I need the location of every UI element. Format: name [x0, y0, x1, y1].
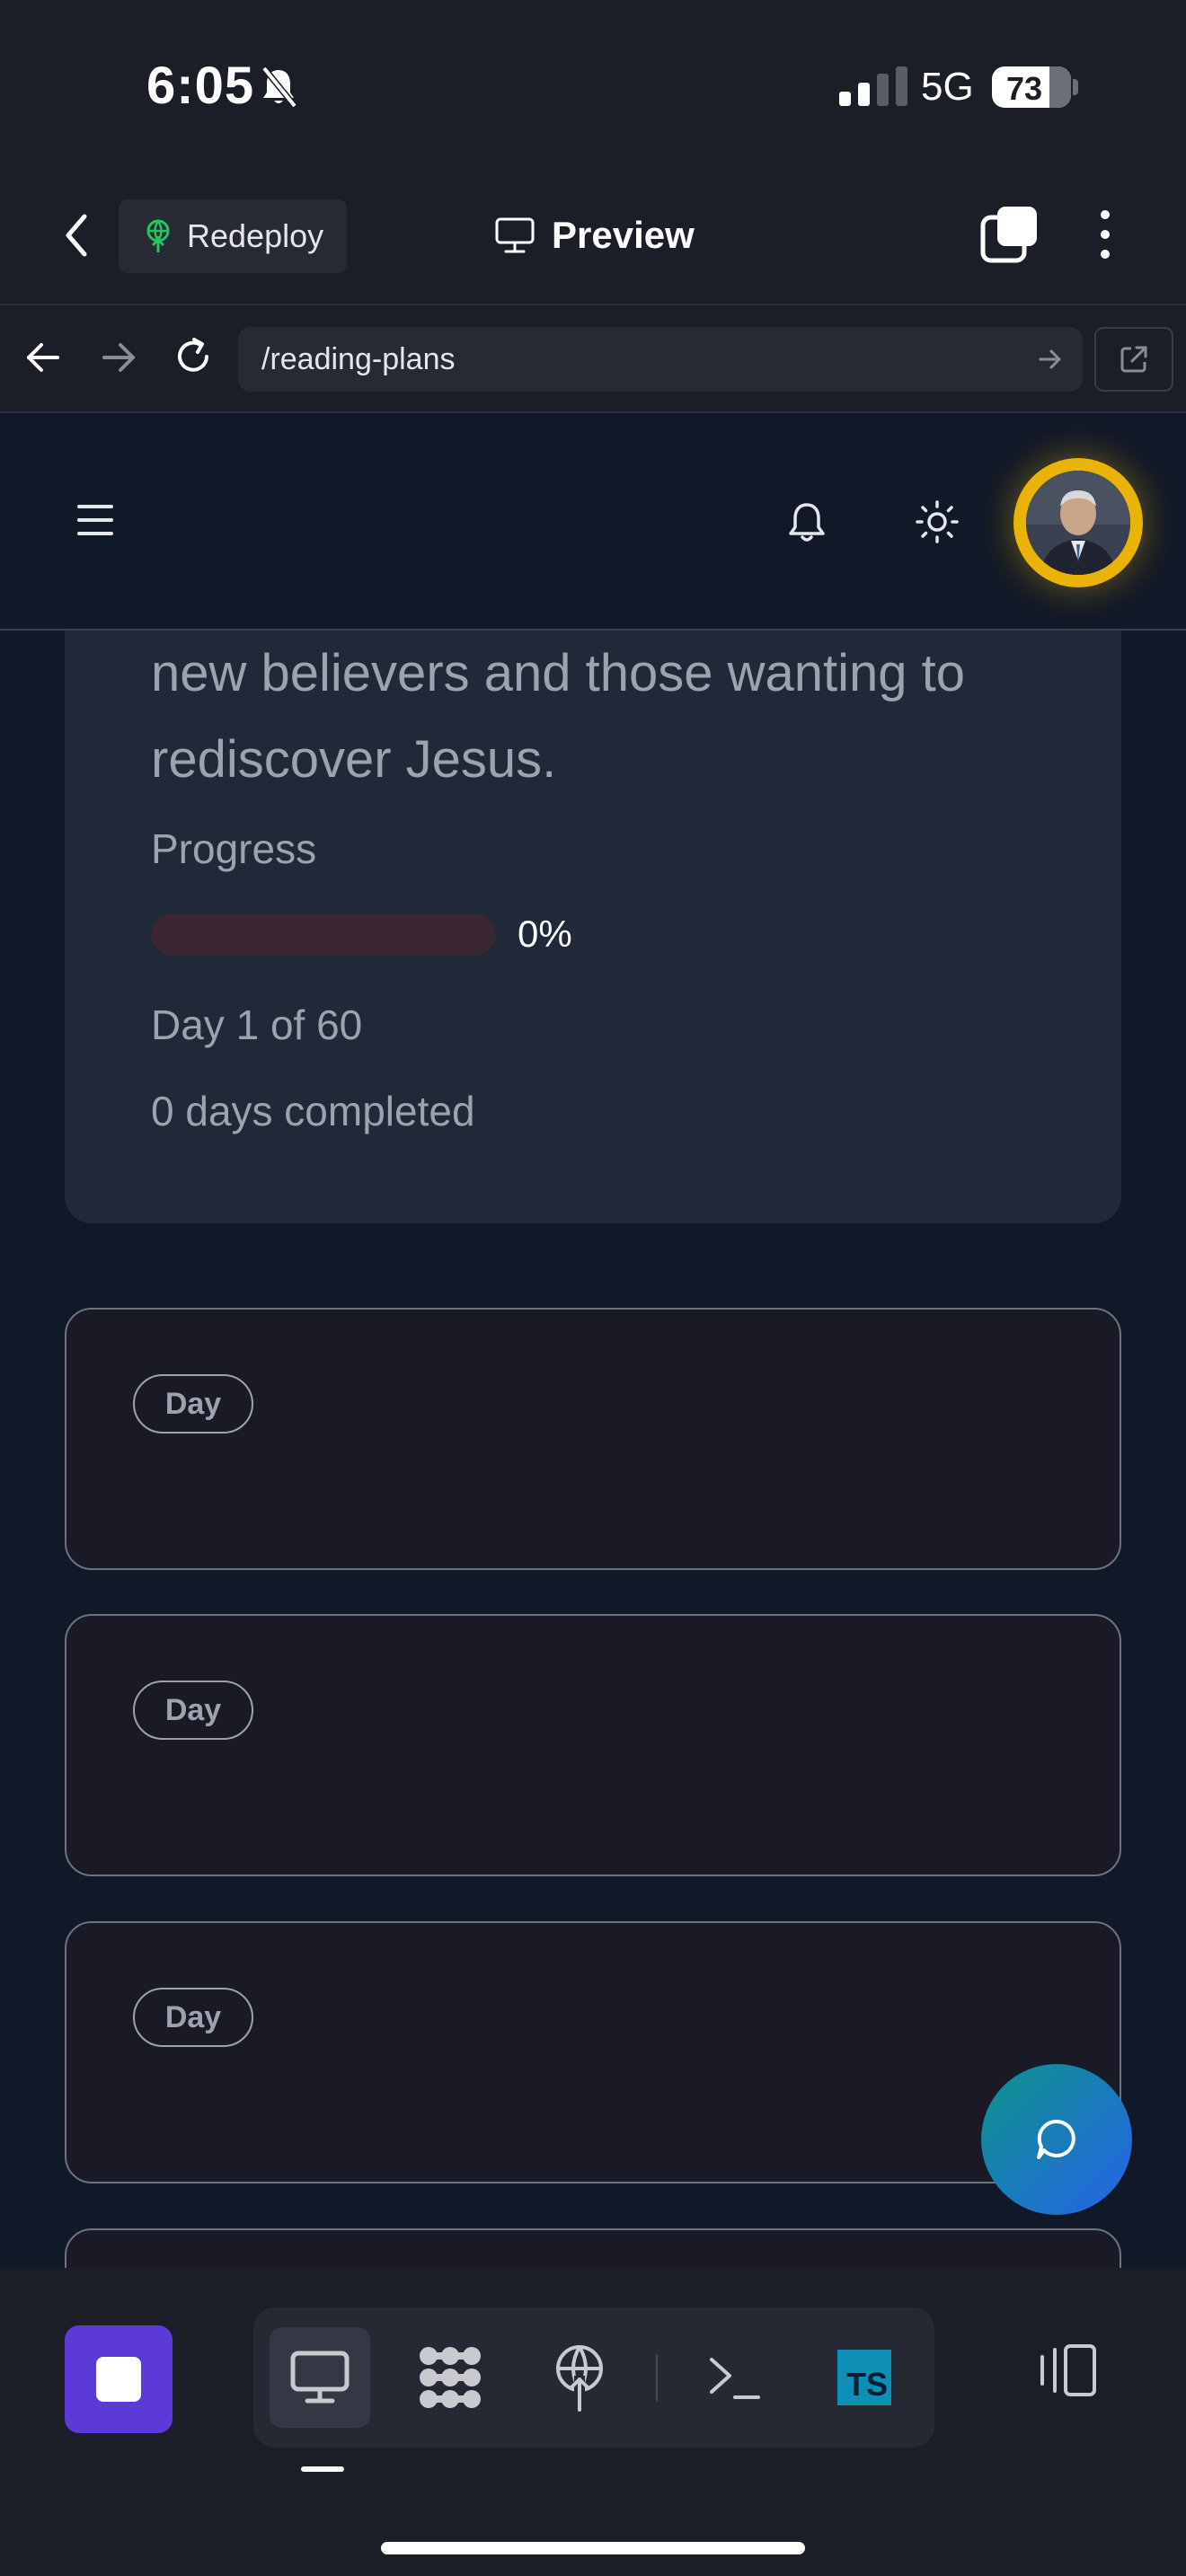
typescript-tool-button[interactable]: TS [814, 2327, 915, 2428]
bell-icon[interactable] [785, 499, 828, 551]
active-tool-indicator [301, 2466, 344, 2472]
bottom-toolbar: TS [0, 2268, 1186, 2576]
reload-icon[interactable] [171, 334, 216, 384]
preview-tool-button[interactable] [270, 2327, 370, 2428]
day-card-partial[interactable] [65, 2228, 1121, 2268]
status-time: 6:05 [146, 57, 255, 115]
preview-label: Preview [552, 214, 695, 256]
days-completed: 0 days completed [151, 1088, 475, 1134]
bell-off-icon [259, 65, 298, 114]
tabs-icon [980, 207, 1037, 263]
open-external-button[interactable] [1094, 327, 1173, 392]
battery-indicator: 73 [992, 66, 1071, 108]
preview-title: Preview [494, 207, 695, 264]
split-view-button[interactable] [1031, 2334, 1103, 2406]
progress-percent: 0% [518, 913, 572, 955]
typescript-icon: TS [837, 2350, 891, 2405]
arrow-left-icon[interactable] [23, 338, 63, 382]
grid-icon [420, 2347, 481, 2408]
app-header: Redeploy Preview [0, 180, 1186, 305]
home-indicator [381, 2542, 805, 2554]
battery-tip [1073, 79, 1078, 95]
more-options-button[interactable] [1087, 205, 1123, 264]
web-viewport: new believers and those wanting to redis… [0, 413, 1186, 2268]
day-card[interactable]: Day [65, 1614, 1121, 1876]
reading-plan-card: new believers and those wanting to redis… [65, 548, 1121, 1223]
progress-label: Progress [151, 825, 317, 872]
monitor-icon [495, 217, 535, 253]
tabs-button[interactable] [979, 205, 1039, 264]
url-input[interactable]: /reading-plans [238, 327, 1083, 392]
user-avatar-button[interactable] [1013, 458, 1143, 587]
browser-bar: /reading-plans [0, 305, 1186, 413]
redeploy-button[interactable]: Redeploy [119, 199, 347, 273]
cellular-signal-icon [839, 66, 907, 106]
back-icon [66, 214, 87, 257]
stop-button[interactable] [65, 2325, 173, 2433]
day-card[interactable]: Day [65, 1308, 1121, 1570]
terminal-icon [710, 2358, 760, 2399]
day-badge: Day [133, 1988, 253, 2047]
chat-button[interactable] [981, 2064, 1132, 2215]
site-header [0, 413, 1186, 631]
arrow-right-icon[interactable] [99, 338, 138, 382]
network-type: 5G [921, 65, 974, 109]
globe-upload-icon [556, 2345, 603, 2412]
monitor-icon [290, 2351, 350, 2404]
redeploy-label: Redeploy [187, 217, 324, 254]
avatar [1026, 471, 1130, 575]
menu-icon[interactable] [77, 505, 113, 535]
split-view-icon [1040, 2344, 1096, 2396]
chat-icon [1037, 2119, 1075, 2159]
external-link-icon [1120, 346, 1147, 373]
progress-bar [151, 914, 496, 956]
go-arrow-icon[interactable] [1038, 347, 1063, 376]
battery-level: 73 [1005, 70, 1043, 107]
day-count: Day 1 of 60 [151, 1001, 363, 1048]
redeploy-icon [146, 219, 170, 252]
sun-icon[interactable] [915, 499, 960, 549]
plan-description: new believers and those wanting to redis… [151, 644, 966, 789]
day-badge: Day [133, 1374, 253, 1434]
deploy-tool-button[interactable] [529, 2327, 630, 2428]
workflows-tool-button[interactable] [400, 2327, 500, 2428]
tool-separator [656, 2354, 658, 2401]
url-text: /reading-plans [261, 341, 456, 376]
back-button[interactable] [54, 207, 99, 264]
tool-group: TS [253, 2307, 934, 2448]
day-badge: Day [133, 1681, 253, 1740]
day-card[interactable]: Day [65, 1921, 1121, 2183]
stop-icon [96, 2357, 141, 2402]
status-bar: 6:05 5G 73 [0, 0, 1186, 180]
shell-tool-button[interactable] [685, 2327, 785, 2428]
